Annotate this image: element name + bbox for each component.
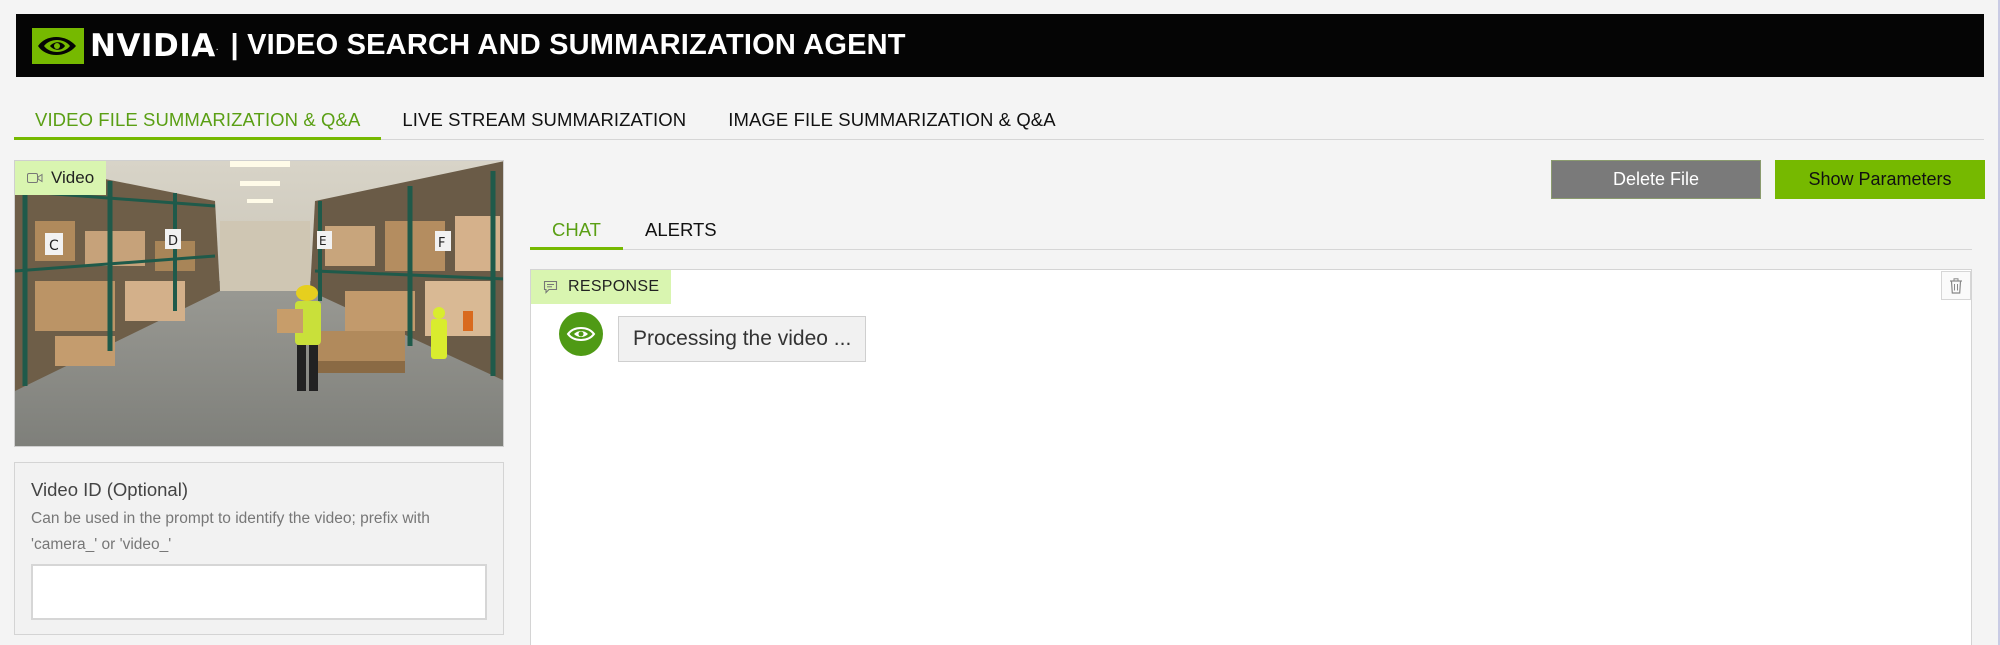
shelf-label-e: E	[319, 234, 327, 248]
nvidia-eye-icon	[32, 27, 84, 64]
video-badge-label: Video	[51, 168, 95, 187]
shelf-label-c: C	[49, 238, 59, 254]
main-tab-bar: VIDEO FILE SUMMARIZATION & Q&A LIVE STRE…	[14, 100, 1984, 140]
chat-bubble-icon	[543, 280, 558, 294]
tab-image-file-summarization[interactable]: IMAGE FILE SUMMARIZATION & Q&A	[707, 100, 1076, 140]
response-panel: RESPONSE Processing the video ...	[530, 269, 1972, 645]
trash-icon	[1950, 277, 1962, 294]
tab-chat[interactable]: CHAT	[530, 210, 623, 250]
video-id-section: Video ID (Optional) Can be used in the p…	[14, 462, 504, 635]
registered-mark: .	[215, 41, 219, 53]
tab-alerts[interactable]: ALERTS	[623, 210, 739, 250]
video-badge: Video	[15, 161, 107, 195]
brand-wordmark: NVIDIA	[90, 27, 216, 64]
nvidia-eye-icon	[566, 327, 596, 341]
header-banner: NVIDIA . | VIDEO SEARCH AND SUMMARIZATIO…	[16, 14, 1984, 77]
clear-chat-button[interactable]	[1941, 271, 1971, 300]
response-badge: RESPONSE	[531, 270, 672, 304]
video-thumbnail[interactable]: C D E F	[15, 161, 504, 447]
assistant-message: Processing the video ...	[618, 316, 867, 362]
app-title: | VIDEO SEARCH AND SUMMARIZATION AGENT	[230, 29, 906, 61]
video-id-info: Can be used in the prompt to identify th…	[31, 510, 430, 553]
tab-live-stream-summarization[interactable]: LIVE STREAM SUMMARIZATION	[381, 100, 707, 140]
tab-video-file-summarization[interactable]: VIDEO FILE SUMMARIZATION & Q&A	[14, 100, 382, 140]
video-id-input[interactable]	[31, 564, 487, 620]
video-preview-panel[interactable]: C D E F Video	[14, 160, 504, 447]
nvidia-logo: NVIDIA .	[32, 27, 219, 64]
video-camera-icon	[27, 173, 43, 183]
chat-tab-bar: CHAT ALERTS	[530, 210, 1972, 250]
shelf-label-d: D	[168, 234, 178, 249]
delete-file-button[interactable]: Delete File	[1551, 160, 1761, 199]
video-id-label: Video ID (Optional)	[31, 479, 188, 500]
show-parameters-button[interactable]: Show Parameters	[1775, 160, 1985, 199]
response-badge-label: RESPONSE	[568, 278, 660, 295]
shelf-label-f: F	[438, 236, 445, 251]
assistant-avatar	[559, 312, 603, 356]
